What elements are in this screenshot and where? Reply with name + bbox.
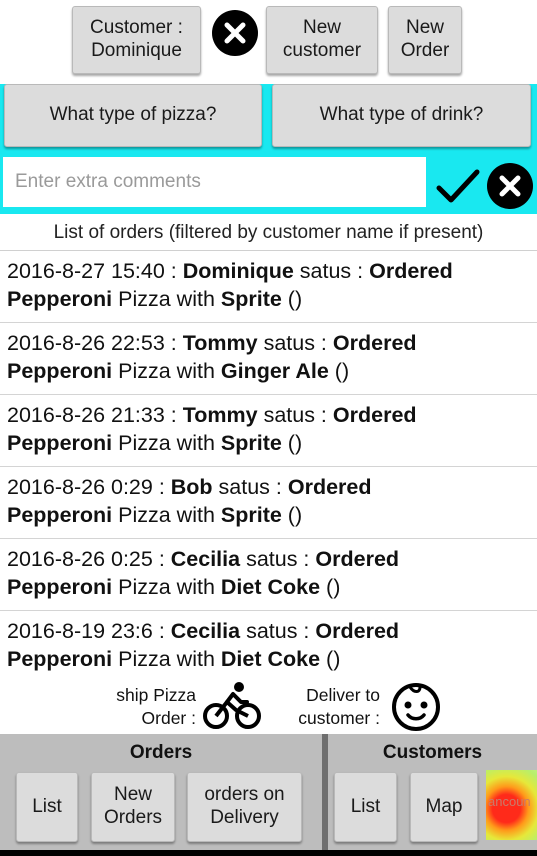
order-extra: () [326,647,341,671]
order-customer: Cecilia [170,619,241,643]
order-customer: Dominique [182,259,294,283]
customers-list-button[interactable]: List [334,772,397,842]
orders-list-button[interactable]: List [16,772,78,842]
delivery-actions-row: ship Pizza Order : Deliver to customer : [0,678,537,734]
orders-section: Orders List New Orders orders on Deliver… [0,734,322,850]
order-datetime: 2016-8-26 22:53 [7,331,165,355]
heatmap-label: ancoun [488,794,531,809]
order-datetime: 2016-8-19 23:6 [7,619,153,643]
new-customer-button[interactable]: New customer [266,6,378,74]
order-drink: Sprite [220,503,282,527]
heatmap-thumbnail[interactable]: ancoun [486,770,537,840]
drink-type-button[interactable]: What type of drink? [272,84,531,147]
order-pizza: Pepperoni [7,359,113,383]
order-status: Ordered [315,619,400,643]
customers-section: Customers List Map ancoun [328,734,537,850]
order-extra: () [287,431,303,455]
order-datetime: 2016-8-26 0:25 [7,547,153,571]
bicycle-icon[interactable] [203,680,261,732]
order-status: Ordered [287,475,372,499]
order-drink: Diet Coke [220,647,321,671]
deliver-to-customer-label: Deliver to customer : [298,685,380,728]
customers-map-button[interactable]: Map [410,772,478,842]
close-circle-icon[interactable] [212,10,258,56]
customer-button[interactable]: Customer : Dominique [72,6,201,74]
pizza-type-button[interactable]: What type of pizza? [4,84,262,147]
order-row[interactable]: 2016-8-19 23:6 : Cecilia satus : Ordered… [0,611,537,678]
order-datetime: 2016-8-26 21:33 [7,403,165,427]
new-orders-button[interactable]: New Orders [91,772,175,842]
extra-comments-input[interactable] [3,157,426,207]
order-customer: Cecilia [170,547,241,571]
order-row[interactable]: 2016-8-26 22:53 : Tommy satus : Ordered P… [0,323,537,395]
order-extra: () [287,287,303,311]
order-drink: Ginger Ale [220,359,329,383]
order-customer: Bob [170,475,213,499]
order-line-1: 2016-8-26 21:33 : Tommy satus : Ordered [7,403,417,427]
order-extra: () [334,359,350,383]
order-customer: Tommy [182,403,258,427]
order-line-2: Pepperoni Pizza with Sprite () [7,287,303,311]
order-pizza: Pepperoni [7,431,113,455]
orders-section-title: Orders [129,742,193,763]
order-line-2: Pepperoni Pizza with Sprite () [7,503,303,527]
order-datetime: 2016-8-26 0:29 [7,475,153,499]
order-datetime: 2016-8-27 15:40 [7,259,165,283]
orders-on-delivery-button[interactable]: orders on Delivery [187,772,302,842]
order-row[interactable]: 2016-8-26 0:25 : Cecilia satus : Ordered… [0,539,537,611]
orders-list-title: List of orders (filtered by customer nam… [53,222,484,243]
order-line-1: 2016-8-27 15:40 : Dominique satus : Orde… [7,259,453,283]
close-circle-icon[interactable] [487,163,533,209]
order-status: Ordered [332,403,417,427]
order-line-2: Pepperoni Pizza with Diet Coke () [7,575,341,599]
order-status: Ordered [369,259,453,283]
bottom-navigation: Orders List New Orders orders on Deliver… [0,734,537,850]
order-drink: Sprite [220,287,282,311]
order-line-1: 2016-8-26 0:25 : Cecilia satus : Ordered [7,547,400,571]
order-drink: Diet Coke [220,575,321,599]
order-line-1: 2016-8-26 0:29 : Bob satus : Ordered [7,475,372,499]
order-row[interactable]: 2016-8-26 21:33 : Tommy satus : Ordered P… [0,395,537,467]
order-form-panel: What type of pizza? What type of drink? [0,84,537,214]
new-order-button[interactable]: New Order [388,6,462,74]
order-line-1: 2016-8-19 23:6 : Cecilia satus : Ordered [7,619,400,643]
order-pizza: Pepperoni [7,503,113,527]
screen-edge [0,850,537,856]
order-pizza: Pepperoni [7,575,113,599]
top-bar: Customer : Dominique New customer New Or… [0,0,537,84]
order-extra: () [287,503,303,527]
ship-order-label: ship Pizza Order : [116,685,196,728]
order-row[interactable]: 2016-8-26 0:29 : Bob satus : Ordered Pepp… [0,467,537,539]
order-extra: () [326,575,341,599]
order-line-1: 2016-8-26 22:53 : Tommy satus : Ordered [7,331,417,355]
order-row[interactable]: 2016-8-27 15:40 : Dominique satus : Orde… [0,251,537,323]
order-line-2: Pepperoni Pizza with Diet Coke () [7,647,341,671]
order-status: Ordered [332,331,417,355]
order-status: Ordered [315,547,400,571]
order-pizza: Pepperoni [7,647,113,671]
order-customer: Tommy [182,331,258,355]
order-line-2: Pepperoni Pizza with Sprite () [7,431,303,455]
checkmark-icon[interactable] [435,166,481,206]
order-pizza: Pepperoni [7,287,113,311]
customers-section-title: Customers [382,742,483,763]
order-line-2: Pepperoni Pizza with Ginger Ale () [7,359,350,383]
order-drink: Sprite [220,431,282,455]
baby-face-icon[interactable] [390,681,442,733]
orders-list[interactable]: 2016-8-27 15:40 : Dominique satus : Orde… [0,250,537,678]
